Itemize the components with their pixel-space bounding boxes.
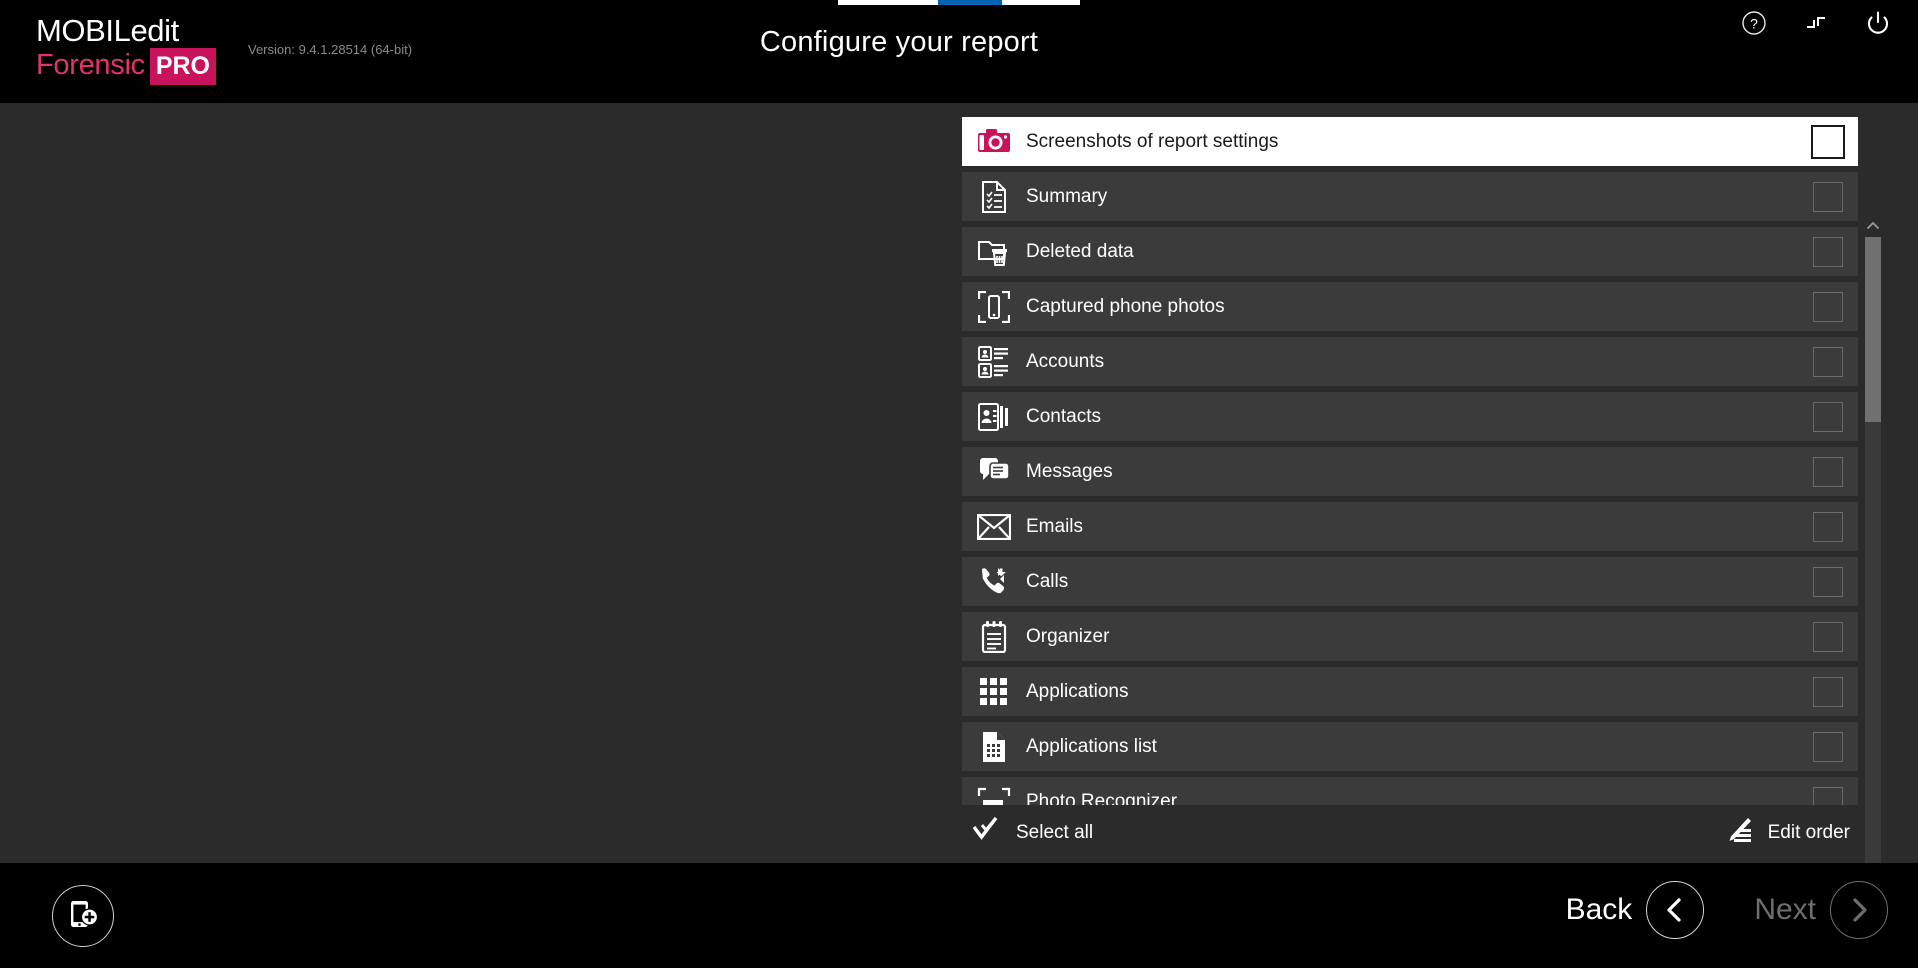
app-header: MOBILedit Forensic PRO Version: 9.4.1.28… <box>0 0 1918 103</box>
report-item-row[interactable]: Applications <box>962 667 1858 716</box>
wizard-progress-active-segment <box>938 0 1002 5</box>
phone-capture-icon <box>962 282 1026 331</box>
report-item-checkbox[interactable] <box>1813 731 1843 762</box>
report-item-label: Photo Recognizer <box>1026 790 1178 806</box>
add-device-button[interactable] <box>52 885 114 947</box>
report-item-row[interactable]: Emails <box>962 502 1858 551</box>
applications-list-icon <box>962 722 1026 771</box>
report-item-label: Deleted data <box>1026 240 1134 262</box>
report-item-checkbox[interactable] <box>1813 511 1843 542</box>
wizard-navigation: Back Next <box>1566 881 1888 939</box>
report-item-row[interactable]: Messages <box>962 447 1858 496</box>
report-item-checkbox[interactable] <box>1813 621 1843 652</box>
edit-order-button[interactable]: Edit order <box>1724 816 1850 850</box>
add-device-icon <box>65 896 101 937</box>
report-item-row[interactable]: Accounts <box>962 337 1858 386</box>
report-item-row[interactable]: Photo Recognizer <box>962 777 1858 805</box>
report-item-checkbox[interactable] <box>1813 236 1843 267</box>
organizer-notepad-icon <box>962 612 1026 661</box>
report-items-container: Screenshots of report settings Summary Del… <box>962 117 1858 805</box>
report-item-checkbox[interactable] <box>1813 401 1843 432</box>
chevron-left-icon <box>1646 881 1705 939</box>
back-button[interactable]: Back <box>1566 881 1705 939</box>
deleted-folder-trash-icon <box>962 227 1026 276</box>
chevron-right-icon <box>1830 881 1888 939</box>
report-item-row[interactable]: Screenshots of report settings <box>962 117 1858 166</box>
email-envelope-icon <box>962 502 1026 551</box>
back-label: Back <box>1565 893 1633 926</box>
next-button[interactable]: Next <box>1754 881 1888 939</box>
next-label: Next <box>1754 893 1816 926</box>
double-check-icon <box>972 816 1002 850</box>
edit-order-pencil-icon <box>1724 816 1754 850</box>
scrollbar-track[interactable] <box>1865 237 1881 877</box>
page-title-text: Configure your report <box>759 26 1039 58</box>
scrollbar-thumb[interactable] <box>1865 237 1881 422</box>
report-item-row[interactable]: Contacts <box>962 392 1858 441</box>
app-footer: Back Next <box>0 863 1918 968</box>
list-toolbar: Select all Edit order <box>962 811 1858 859</box>
report-item-checkbox[interactable] <box>1811 124 1845 159</box>
edit-order-label: Edit order <box>1767 822 1850 843</box>
report-item-label: Applications <box>1026 680 1129 702</box>
power-icon[interactable] <box>1856 6 1900 40</box>
report-item-checkbox[interactable] <box>1813 566 1843 597</box>
report-item-row[interactable]: Applications list <box>962 722 1858 771</box>
report-item-row[interactable]: Captured phone photos <box>962 282 1858 331</box>
page-title: Configure your report <box>0 26 1918 59</box>
calls-handset-icon <box>962 557 1026 606</box>
report-item-checkbox[interactable] <box>1813 786 1843 805</box>
report-item-checkbox[interactable] <box>1813 346 1843 377</box>
select-all-button[interactable]: Select all <box>972 816 1093 850</box>
report-item-label: Applications list <box>1026 735 1157 757</box>
report-items-list: Screenshots of report settings Summary Del… <box>962 117 1858 805</box>
report-item-label: Messages <box>1026 460 1113 482</box>
report-item-label: Captured phone photos <box>1026 295 1225 317</box>
report-item-label: Calls <box>1026 570 1069 592</box>
report-item-checkbox[interactable] <box>1813 456 1843 487</box>
report-item-row[interactable]: Organizer <box>962 612 1858 661</box>
select-all-label: Select all <box>1016 822 1094 843</box>
window-controls: ? <box>1732 6 1900 40</box>
report-item-checkbox[interactable] <box>1813 291 1843 322</box>
report-item-row[interactable]: Deleted data <box>962 227 1858 276</box>
scroll-up-arrow[interactable] <box>1864 217 1882 235</box>
report-item-label: Summary <box>1026 185 1108 207</box>
report-item-label: Organizer <box>1026 625 1110 647</box>
contacts-card-icon <box>962 392 1026 441</box>
photo-recognizer-gun-icon <box>962 777 1026 805</box>
main-panel: Screenshots of report settings Summary Del… <box>0 103 1918 897</box>
report-item-checkbox[interactable] <box>1813 181 1843 212</box>
camera-icon <box>962 117 1026 166</box>
mobiledit-forensic-window: MOBILedit Forensic PRO Version: 9.4.1.28… <box>0 0 1918 968</box>
report-item-row[interactable]: Summary <box>962 172 1858 221</box>
messages-bubble-icon <box>962 447 1026 496</box>
wizard-progress-bar <box>838 0 1080 5</box>
report-item-checkbox[interactable] <box>1813 676 1843 707</box>
applications-grid-icon <box>962 667 1026 716</box>
minimize-icon[interactable] <box>1794 6 1838 40</box>
report-item-label: Emails <box>1026 515 1084 537</box>
svg-text:?: ? <box>1750 16 1758 32</box>
report-item-label: Accounts <box>1026 350 1105 372</box>
accounts-cards-icon <box>962 337 1026 386</box>
report-item-label: Contacts <box>1026 405 1101 427</box>
help-icon[interactable]: ? <box>1732 6 1776 40</box>
list-scrollbar[interactable] <box>1864 217 1882 897</box>
report-item-label: Screenshots of report settings <box>1026 130 1279 152</box>
summary-document-icon <box>962 172 1026 221</box>
report-item-row[interactable]: Calls <box>962 557 1858 606</box>
